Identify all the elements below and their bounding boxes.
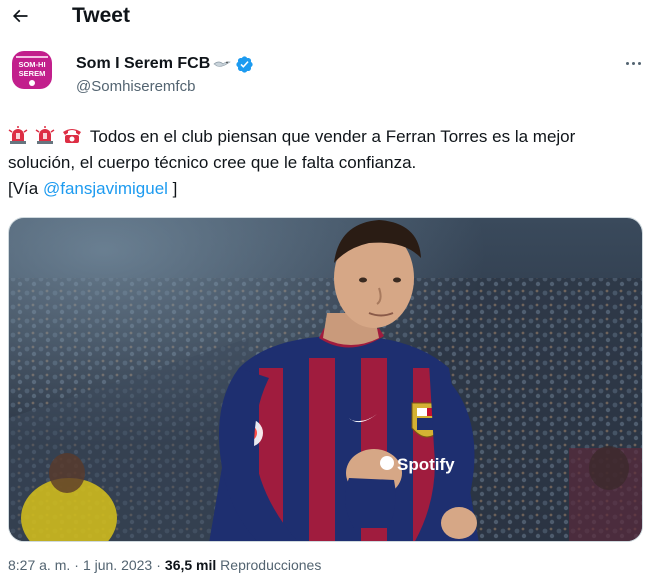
tweet-author: SOM-HI SEREM Som I Serem FCB @Somhiserem…: [0, 44, 657, 100]
views-count: 36,5 mil: [164, 557, 217, 573]
tweet-meta: 8:27 a. m. · 1 jun. 2023 · 36,5 mil Reproduc…: [8, 556, 321, 574]
telephone-icon: [61, 125, 83, 153]
views-label: Reproducciones: [220, 557, 322, 573]
tweet-line-2: solución, el cuerpo técnico cree que le …: [8, 153, 417, 172]
avatar-text-1: SOM-HI: [18, 60, 45, 69]
shirt-sponsor-text: Spotify: [397, 455, 455, 474]
verified-badge-icon: [236, 55, 253, 73]
tweet-time[interactable]: 8:27 a. m.: [8, 557, 70, 573]
rotating-light-icon: [8, 125, 28, 153]
more-options-button[interactable]: [620, 52, 646, 74]
separator: ·: [156, 557, 161, 573]
tweet-line-3-suffix: ]: [167, 179, 178, 198]
avatar[interactable]: SOM-HI SEREM: [8, 46, 56, 94]
rotating-light-icon: [35, 125, 55, 153]
tweet-header: Tweet: [0, 0, 657, 32]
tweet-line-1: Todos en el club piensan que vender a Fe…: [89, 127, 576, 146]
author-handle[interactable]: @Somhiseremfcb: [76, 77, 195, 97]
dot-icon: [631, 61, 635, 65]
arrow-left-icon: [12, 9, 28, 23]
tweet-date[interactable]: 1 jun. 2023: [83, 557, 152, 573]
tweet-media-image[interactable]: Spotify: [8, 217, 643, 542]
separator: ·: [74, 557, 79, 573]
tweet-text: Todos en el club piensan que vender a Fe…: [8, 124, 648, 202]
back-button[interactable]: [6, 2, 34, 30]
seagull-icon: [213, 55, 232, 74]
author-display-name[interactable]: Som I Serem FCB: [76, 54, 210, 74]
avatar-text-2: SEREM: [19, 69, 46, 78]
dot-icon: [625, 61, 629, 65]
tweet-line-3-prefix: [Vía: [8, 179, 43, 198]
mention-link[interactable]: @fansjavimiguel: [43, 179, 168, 198]
page-title: Tweet: [72, 4, 130, 27]
dot-icon: [637, 61, 641, 65]
